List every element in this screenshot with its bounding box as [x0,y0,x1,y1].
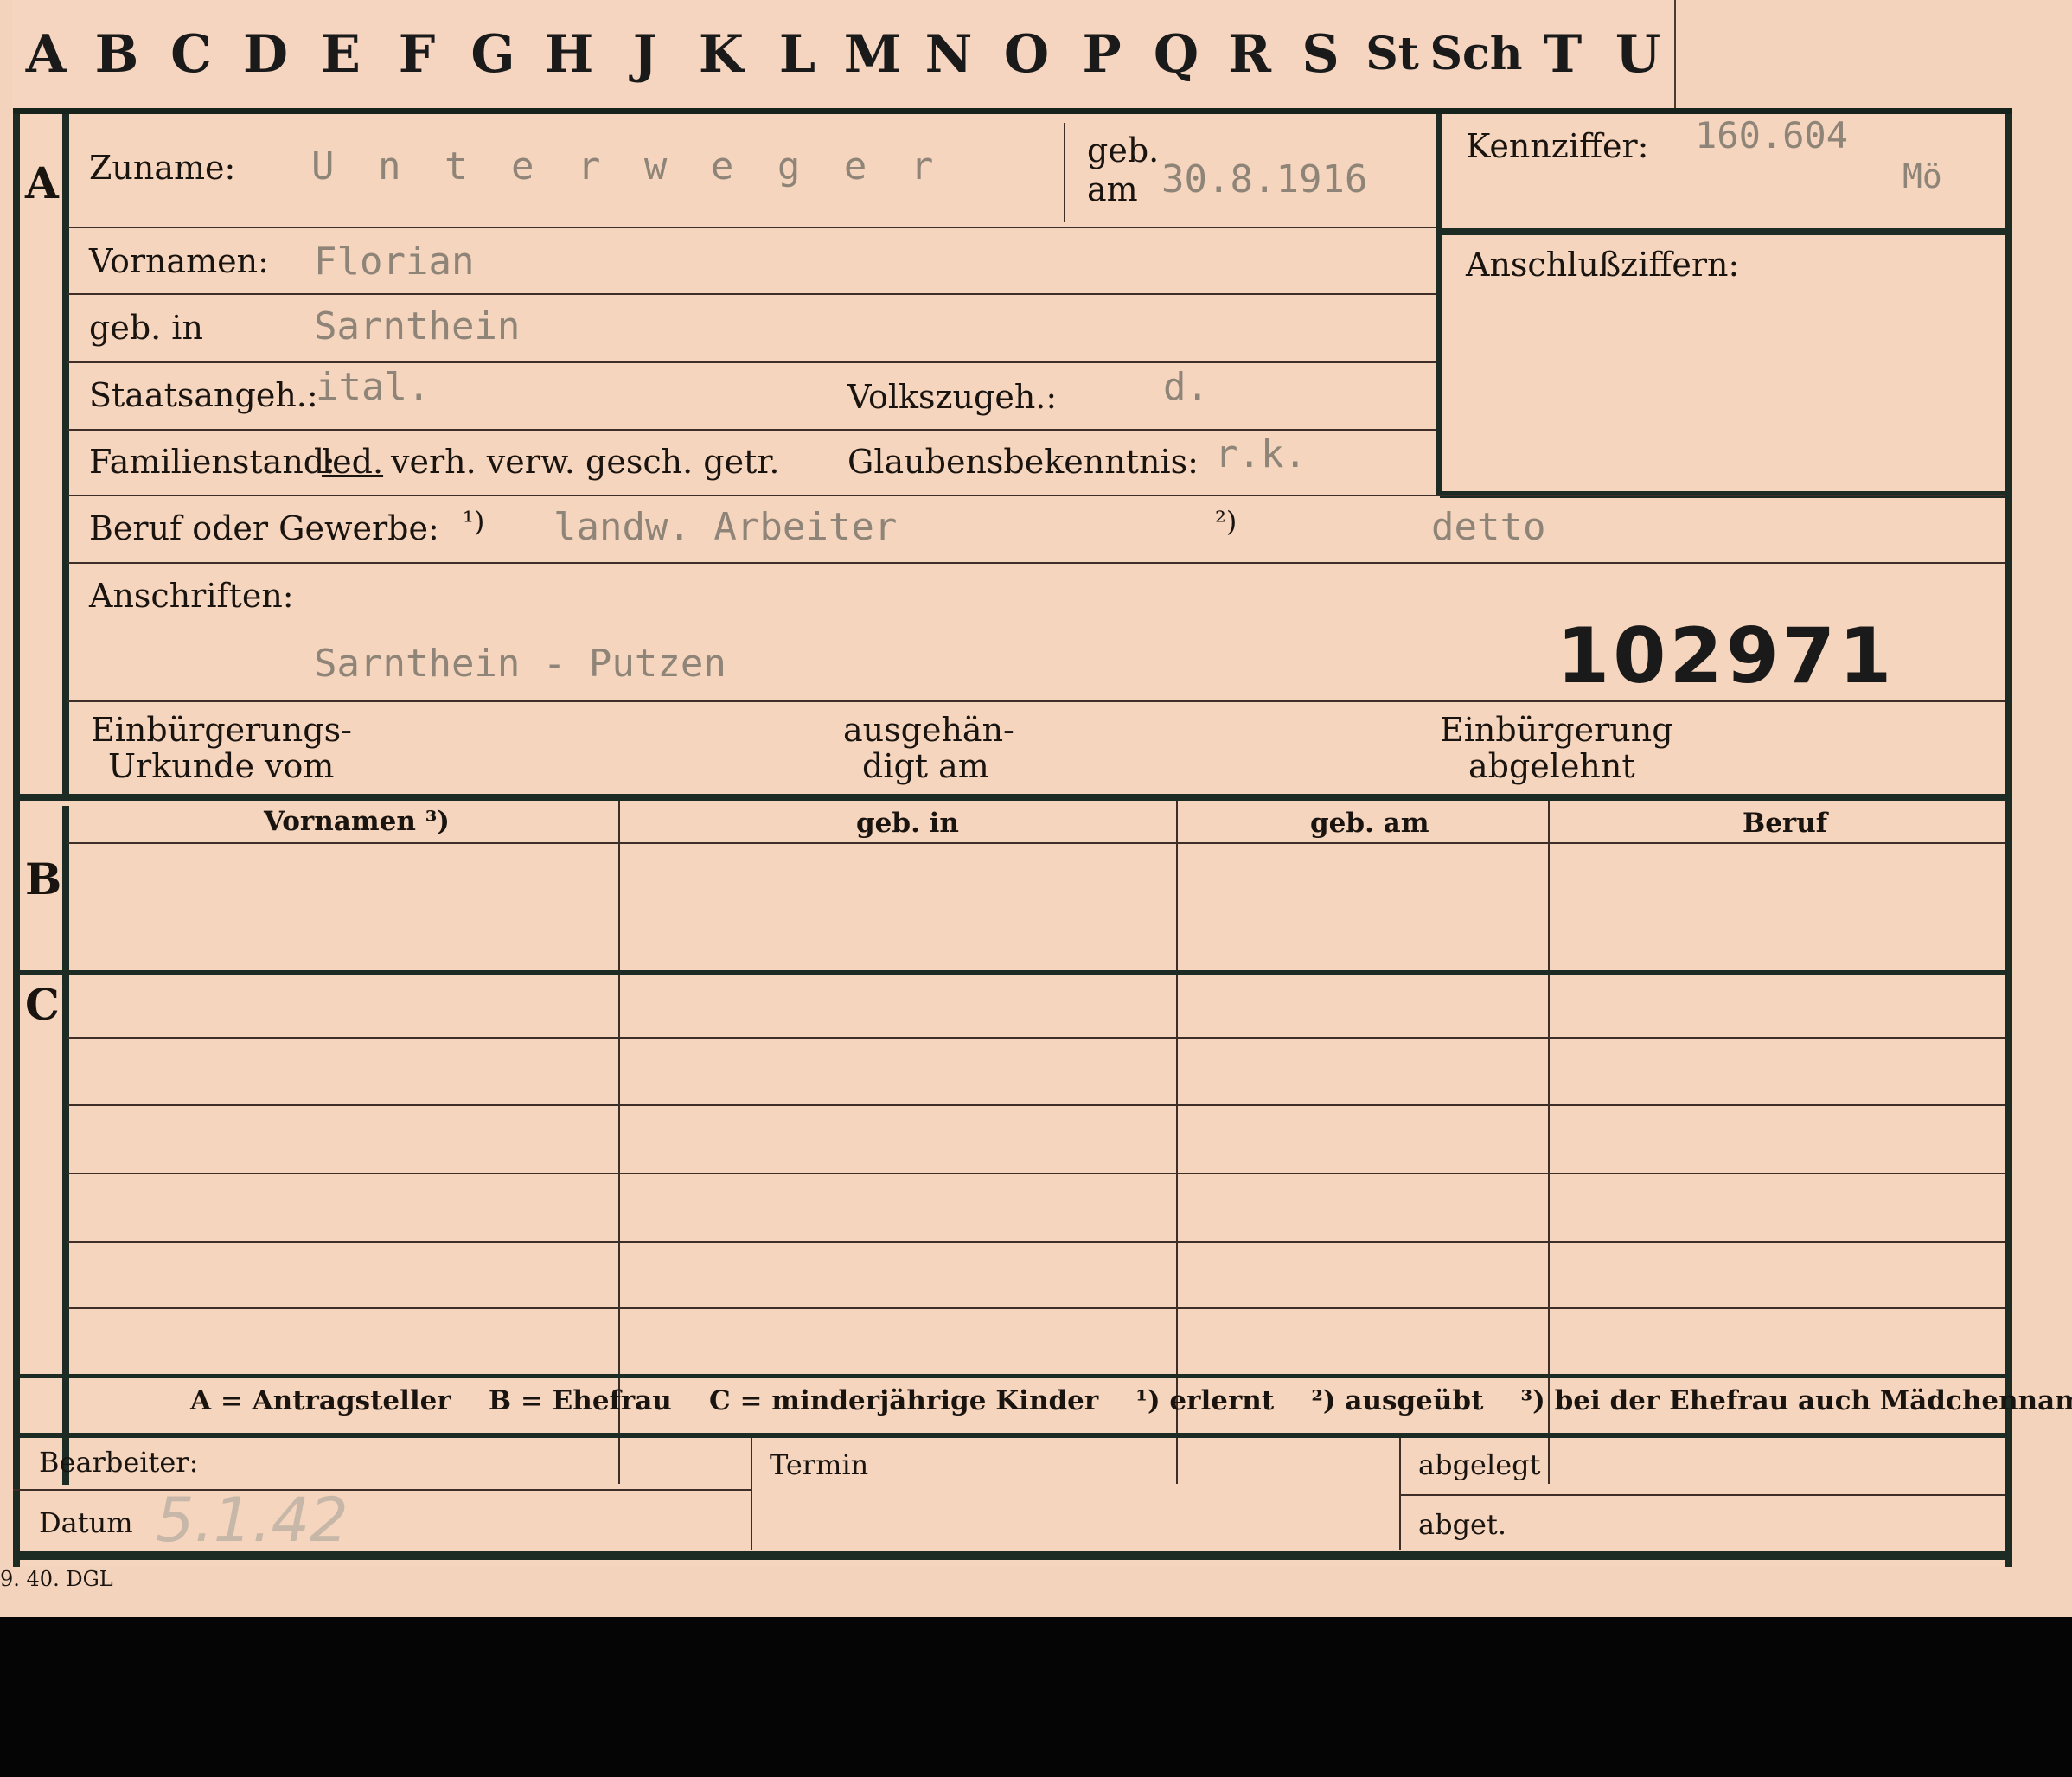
card-right-border [2005,114,2012,1567]
kennziffer-label: Kennziffer: [1466,127,1649,165]
geb-am-value: 30.8.1916 [1161,157,1368,201]
familienstand-label: Familienstand: [89,443,336,481]
section-bc-divider [62,806,69,1485]
einbuergerung-urkunde-label-2: Urkunde vom [108,747,335,785]
familienstand-selected: led. [322,443,384,481]
bearbeiter-label: Bearbeiter: [39,1446,199,1479]
tab-o[interactable]: O [988,0,1067,108]
geb-in-label: geb. in [89,309,203,347]
anschluss-label: Anschlußziffern: [1466,246,1740,284]
stamp-number: 102971 [1557,611,1896,700]
abgelegt-label: abgelegt [1418,1448,1541,1481]
legend-text: A = Antragsteller B = Ehefrau C = minder… [190,1385,2072,1416]
kennziffer-suffix: Mö [1903,157,1942,195]
familienstand-options: verh. verw. gesch. getr. [391,443,780,481]
tab-j[interactable]: J [607,0,685,108]
tab-d[interactable]: D [228,0,304,108]
glauben-value: r.k. [1215,432,1307,476]
tab-e[interactable]: E [303,0,381,108]
vornamen-label: Vornamen: [89,242,269,280]
beruf-value-2: detto [1431,505,1546,549]
registration-card: A B C Zuname: U n t e r w e g e r geb. a… [13,108,2072,1567]
tab-k[interactable]: K [683,0,761,108]
zuname-value: U n t e r w e g e r [311,144,944,189]
tab-m[interactable]: M [835,0,911,108]
geb-am-label-2: am [1087,170,1138,208]
geb-in-value: Sarnthein [314,304,521,348]
glauben-label: Glaubensbekenntnis: [847,443,1199,481]
table-header-geb-in: geb. in [856,808,959,839]
einbuergerung-abgelehnt-label-2: abgelehnt [1468,747,1635,785]
beruf-footnote-1: ¹) [463,505,485,538]
volkszugeh-value: d. [1163,365,1209,409]
tab-q[interactable]: Q [1138,0,1216,108]
vornamen-value: Florian [314,240,475,284]
datum-value: 5.1.42 [156,1485,349,1556]
beruf-label: Beruf oder Gewerbe: [89,509,439,547]
tab-u[interactable]: U [1602,0,1676,108]
einbuergerung-urkunde-label-1: Einbürgerungs- [91,711,352,749]
volkszugeh-label: Volkszugeh.: [847,378,1058,416]
staatsangeh-value: ital. [316,365,431,409]
staatsangeh-label: Staatsangeh.: [89,376,318,414]
beruf-footnote-2: ²) [1215,505,1237,538]
tab-h[interactable]: H [531,0,609,108]
tab-l[interactable]: L [759,0,837,108]
section-a-divider [62,114,69,797]
anschrift-value: Sarnthein - Putzen [314,642,726,686]
section-a-letter: A [25,157,59,208]
section-c-letter: C [25,979,60,1030]
termin-label: Termin [770,1448,869,1481]
card-left-border [13,114,20,1567]
einbuergerung-abgelehnt-label-1: Einbürgerung [1440,711,1673,749]
ausgehaendigt-label-2: digt am [862,747,989,785]
ausgehaendigt-label-1: ausgehän- [843,711,1014,749]
tab-st[interactable]: St [1356,0,1430,108]
tab-r[interactable]: R [1214,0,1287,108]
tab-sch[interactable]: Sch [1429,0,1525,108]
tab-s[interactable]: S [1285,0,1358,108]
alphabet-tab-row: A B C D E F G H J K L M N O P Q R S St Sch T U [12,0,1704,108]
tab-t[interactable]: T [1524,0,1603,108]
tab-n[interactable]: N [910,0,989,108]
datum-label: Datum [39,1506,133,1539]
kennziffer-value: 160.604 [1695,114,1849,157]
table-header-vornamen: Vornamen ³) [264,806,450,837]
scan-background [0,1617,2072,1777]
beruf-value-1: landw. Arbeiter [553,505,898,549]
tab-f[interactable]: F [379,0,457,108]
abgelegt2-label: abget. [1418,1508,1507,1541]
tab-g[interactable]: G [455,0,533,108]
tab-b[interactable]: B [80,0,156,108]
tab-c[interactable]: C [154,0,230,108]
anschriften-label: Anschriften: [89,577,294,615]
table-header-geb-am: geb. am [1310,808,1429,839]
table-header-beruf: Beruf [1743,808,1828,839]
print-code: 9. 40. DGL [0,1567,113,1591]
section-b-letter: B [25,853,62,904]
tab-a[interactable]: A [12,0,81,108]
zuname-label: Zuname: [89,149,236,187]
geb-am-label-1: geb. [1087,131,1160,169]
tab-p[interactable]: P [1065,0,1140,108]
